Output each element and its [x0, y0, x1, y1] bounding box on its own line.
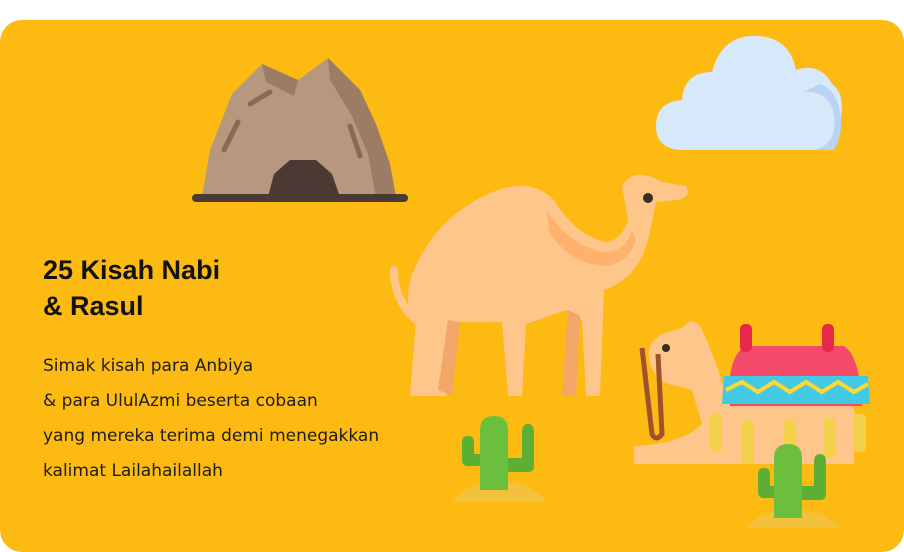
card-title: 25 Kisah Nabi & Rasul — [43, 252, 220, 324]
card-description: Simak kisah para Anbiya & para UlulAzmi … — [43, 349, 379, 489]
cactus-icon — [746, 444, 840, 528]
card-description-line: & para UlulAzmi beserta cobaan — [43, 391, 318, 411]
card-title-line: & Rasul — [43, 291, 144, 321]
card-description-line: yang mereka terima demi menegakkan — [43, 426, 380, 446]
card-description-line: Simak kisah para Anbiya — [43, 356, 254, 376]
card-title-line: 25 Kisah Nabi — [43, 255, 221, 285]
cloud-icon — [656, 35, 842, 150]
cave-icon — [192, 58, 408, 202]
cactus-icon — [452, 416, 546, 502]
card-description-line: kalimat Lailahailallah — [43, 461, 223, 481]
promo-card[interactable]: 25 Kisah Nabi & Rasul Simak kisah para A… — [0, 20, 904, 552]
